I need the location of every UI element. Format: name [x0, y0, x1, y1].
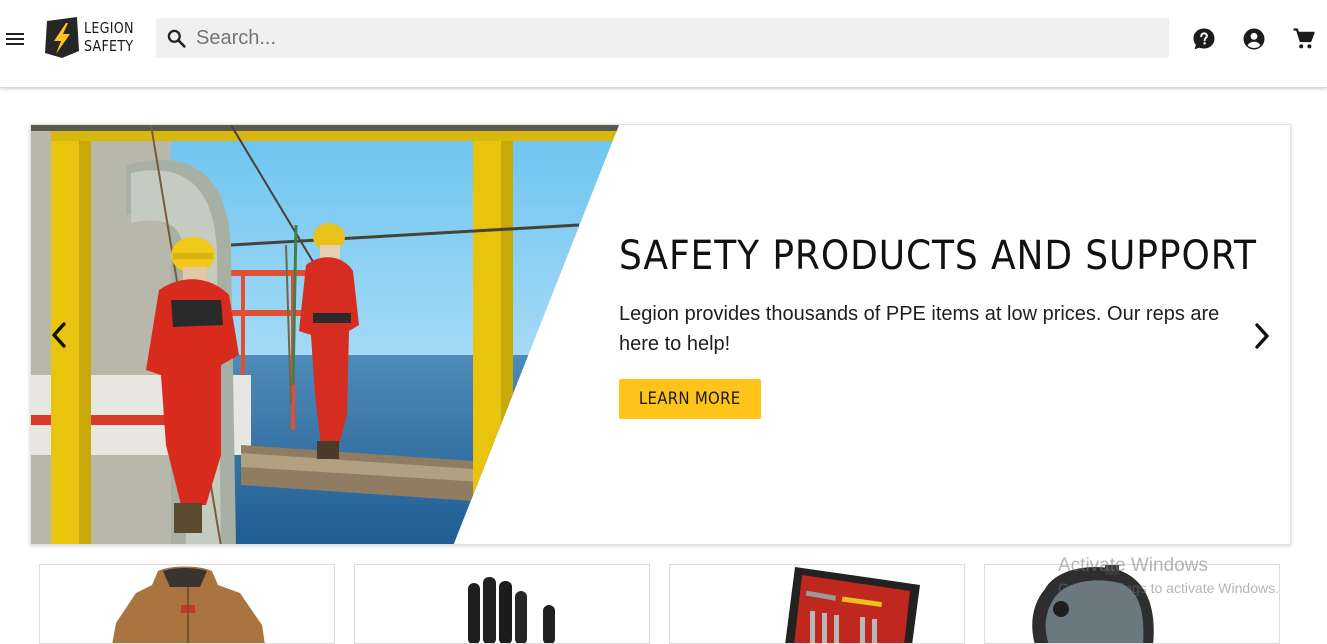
account-icon[interactable] — [1242, 27, 1266, 51]
learn-more-button[interactable]: LEARN MORE — [619, 379, 761, 419]
legion-safety-logo[interactable]: LEGION SAFETY — [44, 17, 140, 59]
category-card-jacket[interactable] — [39, 564, 335, 644]
category-card-gloves[interactable] — [354, 564, 650, 644]
logo-shield-icon — [45, 17, 79, 58]
hero-title: SAFETY PRODUCTS AND SUPPORT — [619, 233, 1257, 279]
carousel-next-icon[interactable] — [1250, 321, 1274, 351]
work-jacket-image — [112, 566, 265, 643]
hero-banner: SAFETY PRODUCTS AND SUPPORT Legion provi… — [30, 124, 1291, 545]
search-icon[interactable] — [166, 28, 187, 49]
help-icon[interactable] — [1192, 27, 1216, 51]
activate-windows-subtitle: Go to Settings to activate Windows. — [1058, 580, 1279, 596]
logo-text: LEGION SAFETY — [84, 19, 134, 55]
hero-description: Legion provides thousands of PPE items a… — [619, 303, 1220, 355]
hamburger-menu-icon[interactable] — [5, 28, 27, 50]
category-card-tools[interactable] — [669, 564, 965, 644]
black-glove-image — [468, 577, 555, 643]
search-bar[interactable] — [156, 18, 1169, 58]
carousel-prev-icon[interactable] — [47, 320, 71, 350]
tool-kit-case-image — [785, 567, 920, 643]
hero-offshore-workers-image — [31, 125, 619, 544]
learn-more-label: LEARN MORE — [639, 389, 741, 409]
site-header: LEGION SAFETY — [0, 0, 1327, 88]
activate-windows-title: Activate Windows — [1058, 555, 1208, 576]
cart-icon[interactable] — [1292, 27, 1316, 51]
search-input[interactable] — [196, 18, 1156, 58]
